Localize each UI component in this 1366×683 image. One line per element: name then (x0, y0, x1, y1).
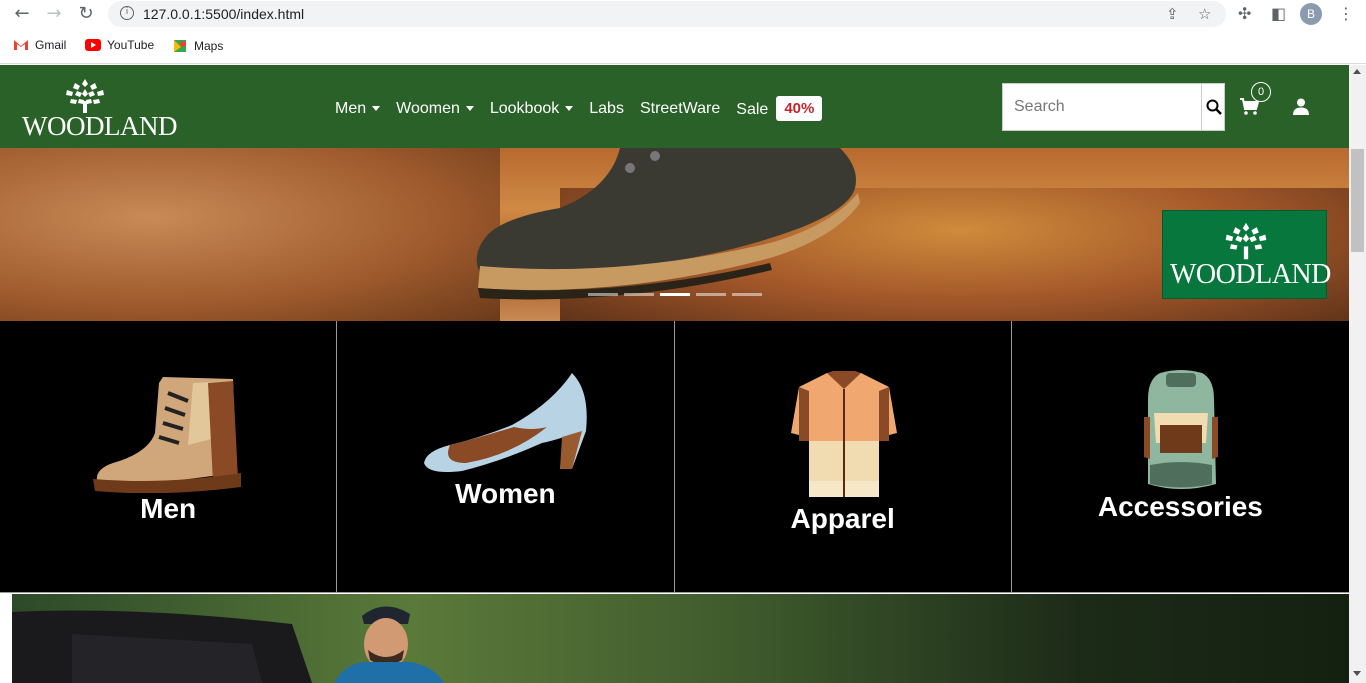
bookmark-label: Gmail (35, 38, 67, 52)
shirt-icon (790, 371, 897, 497)
bookmark-label: YouTube (107, 38, 155, 52)
browser-toolbar: ← → ↻ i 127.0.0.1:5500/index.html ⇪ ☆ ✣ … (0, 0, 1366, 28)
category-apparel[interactable]: Apparel (674, 321, 1012, 593)
url-text[interactable]: 127.0.0.1:5500/index.html (143, 6, 304, 22)
category-women[interactable]: Women (337, 321, 675, 593)
scroll-up-arrow-icon[interactable] (1353, 69, 1361, 74)
search-form (1002, 83, 1225, 131)
nav-men[interactable]: Men (335, 99, 381, 118)
heel-icon (424, 373, 587, 472)
main-nav: Men Woomen Lookbook Labs StreetWare Sale… (335, 96, 823, 121)
search-button[interactable] (1201, 84, 1225, 130)
category-label: Apparel (790, 503, 895, 534)
nav-label: Men (335, 99, 367, 117)
chevron-down-icon (565, 106, 574, 111)
nav-lookbook[interactable]: Lookbook (489, 99, 574, 118)
profile-avatar[interactable]: B (1300, 3, 1322, 25)
carousel-indicator[interactable] (624, 293, 654, 296)
carousel-indicators (588, 293, 762, 296)
boot-icon (93, 377, 241, 493)
search-input[interactable] (1003, 84, 1201, 130)
category-men[interactable]: Men (0, 321, 338, 593)
nav-sale[interactable]: Sale (736, 101, 768, 119)
bookmark-label: Maps (194, 39, 224, 53)
hero-carousel[interactable]: WOODLAND (0, 148, 1349, 321)
carousel-indicator[interactable] (588, 293, 618, 296)
page-scrollbar[interactable] (1349, 65, 1366, 683)
address-bar[interactable]: i 127.0.0.1:5500/index.html ⇪ ☆ (108, 1, 1226, 27)
hero-background-rock (0, 148, 500, 321)
bookmark-maps[interactable]: Maps (172, 38, 223, 54)
menu-kebab-icon[interactable]: ⋮ (1338, 4, 1354, 23)
tree-icon (1225, 222, 1267, 260)
back-icon[interactable]: ← (12, 4, 32, 24)
sale-badge[interactable]: 40% (776, 96, 823, 121)
account-button[interactable] (1293, 98, 1309, 120)
search-icon (1206, 99, 1222, 115)
side-panel-icon[interactable]: ◧ (1271, 4, 1286, 23)
category-accessories[interactable]: Accessories (1011, 321, 1349, 593)
share-icon[interactable]: ⇪ (1166, 5, 1179, 23)
nav-woomen[interactable]: Woomen (396, 100, 474, 118)
hero-brand-name: WOODLAND (1170, 259, 1331, 290)
cart-count-badge: 0 (1251, 82, 1271, 102)
brand-name: WOODLAND (22, 111, 177, 141)
bookmark-star-icon[interactable]: ☆ (1198, 5, 1211, 23)
nav-label: StreetWare (639, 99, 721, 117)
category-label: Accessories (1097, 491, 1263, 522)
chevron-down-icon (465, 106, 474, 111)
category-label: Women (455, 478, 556, 509)
tree-icon (66, 79, 104, 113)
nav-label: Sale (736, 101, 769, 118)
extensions-icon[interactable]: ✣ (1238, 4, 1251, 23)
nav-streetware[interactable]: StreetWare (640, 100, 720, 118)
carousel-indicator-active[interactable] (660, 293, 690, 296)
brand-logo[interactable]: WOODLAND (22, 77, 177, 141)
nav-label: Labs (589, 99, 624, 117)
nav-labs[interactable]: Labs (589, 100, 624, 118)
vehicle-image (12, 610, 312, 683)
backpack-icon (1143, 370, 1218, 489)
nav-label: Lookbook (489, 99, 560, 117)
carousel-indicator[interactable] (732, 293, 762, 296)
scroll-down-arrow-icon[interactable] (1353, 671, 1361, 676)
site-header: WOODLAND Men Woomen Lookbook Labs Street… (0, 65, 1349, 148)
bookmark-youtube[interactable]: YouTube (85, 38, 154, 52)
user-icon (1293, 98, 1309, 115)
person-image (334, 606, 444, 683)
nav-label: Woomen (396, 99, 460, 117)
category-label: Men (140, 493, 197, 524)
bookmark-gmail[interactable]: Gmail (13, 38, 66, 52)
site-info-icon[interactable]: i (120, 6, 134, 20)
hero-boot-image (476, 148, 860, 300)
gmail-icon (14, 40, 28, 50)
maps-icon (174, 40, 186, 52)
scrollbar-thumb[interactable] (1351, 149, 1364, 252)
bookmarks-bar: Gmail YouTube Maps (0, 28, 1366, 64)
hero-brand-badge: WOODLAND (1162, 210, 1331, 299)
lifestyle-banner (12, 594, 1349, 683)
category-grid: Men Women Apparel Accessories (0, 321, 1349, 593)
reload-icon[interactable]: ↻ (76, 4, 96, 24)
carousel-indicator[interactable] (696, 293, 726, 296)
youtube-icon (85, 39, 101, 51)
chevron-down-icon (372, 106, 381, 111)
forward-icon[interactable]: → (44, 4, 64, 24)
